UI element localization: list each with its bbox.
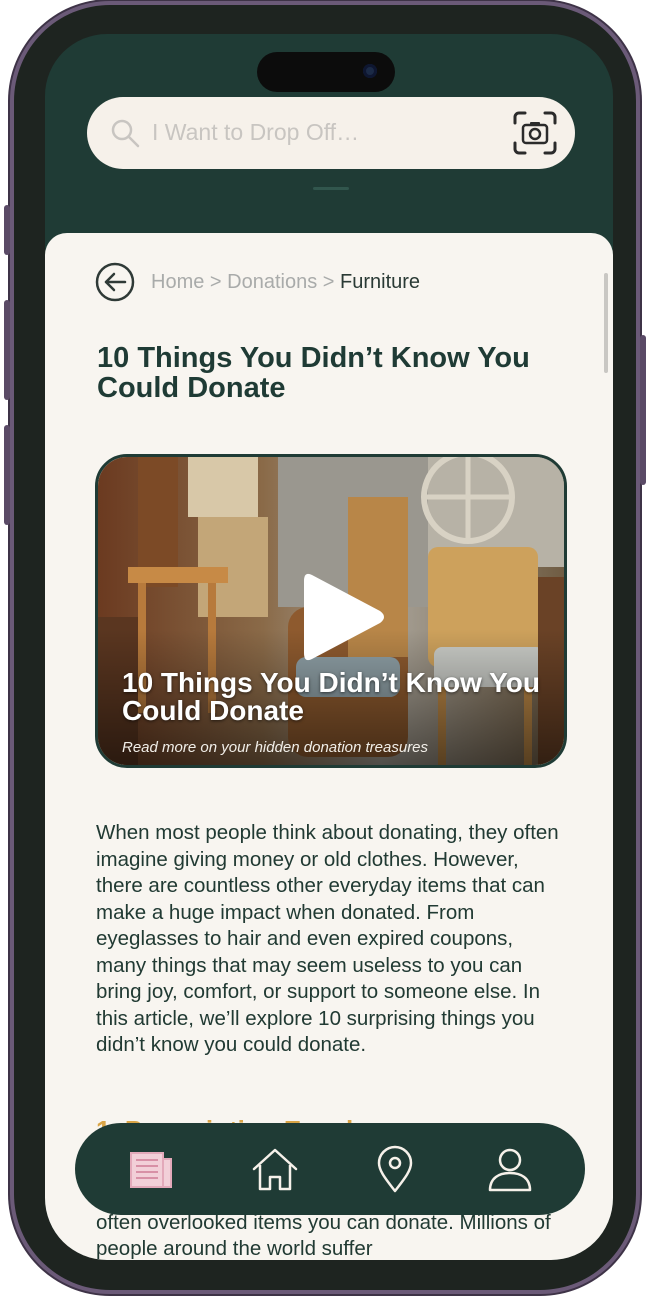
breadcrumb-row: Home > Donations > Furniture [95,261,420,303]
article-body-continued: often overlooked items you can donate. M… [96,1211,551,1260]
volume-up-button [4,300,10,400]
back-arrow-icon[interactable] [95,262,135,302]
articles-icon [130,1152,172,1188]
nav-home[interactable] [250,1145,300,1195]
profile-icon [488,1148,532,1192]
nav-profile[interactable] [485,1145,535,1195]
page-title: 10 Things You Didn’t Know You Could Dona… [97,342,530,404]
search-bar[interactable]: I Want to Drop Off… [87,97,575,169]
article-card: Home > Donations > Furniture 10 Things Y… [45,233,613,1260]
bottom-nav [75,1123,585,1215]
breadcrumb-separator: > [317,270,341,293]
nav-locations[interactable] [370,1145,420,1195]
play-icon[interactable] [298,567,388,667]
article-intro: When most people think about donating, t… [96,821,559,1056]
app-screen: I Want to Drop Off… Home > Donations > F… [45,34,613,1260]
action-button [4,205,10,255]
search-input[interactable]: I Want to Drop Off… [152,119,359,146]
dynamic-island [257,52,395,92]
search-icon [111,119,140,148]
breadcrumb-separator: > [204,270,228,293]
volume-down-button [4,425,10,525]
video-title: 10 Things You Didn’t Know You Could Dona… [122,667,540,726]
video-subtitle: Read more on your hidden donation treasu… [122,739,429,756]
sheet-handle[interactable] [313,187,349,190]
video-card[interactable]: 10 Things You Didn’t Know You Could Dona… [95,454,567,768]
breadcrumb-donations[interactable]: Donations [227,271,317,293]
location-pin-icon [377,1145,413,1193]
breadcrumb-current: Furniture [340,270,421,293]
camera-scan-icon[interactable] [511,109,559,157]
scrollbar[interactable] [604,273,608,373]
power-button [640,335,646,485]
breadcrumb-home[interactable]: Home [151,271,204,293]
home-icon [252,1148,298,1191]
breadcrumb: Home > Donations > Furniture [151,271,420,294]
nav-articles[interactable] [125,1145,175,1195]
front-camera [363,64,377,78]
